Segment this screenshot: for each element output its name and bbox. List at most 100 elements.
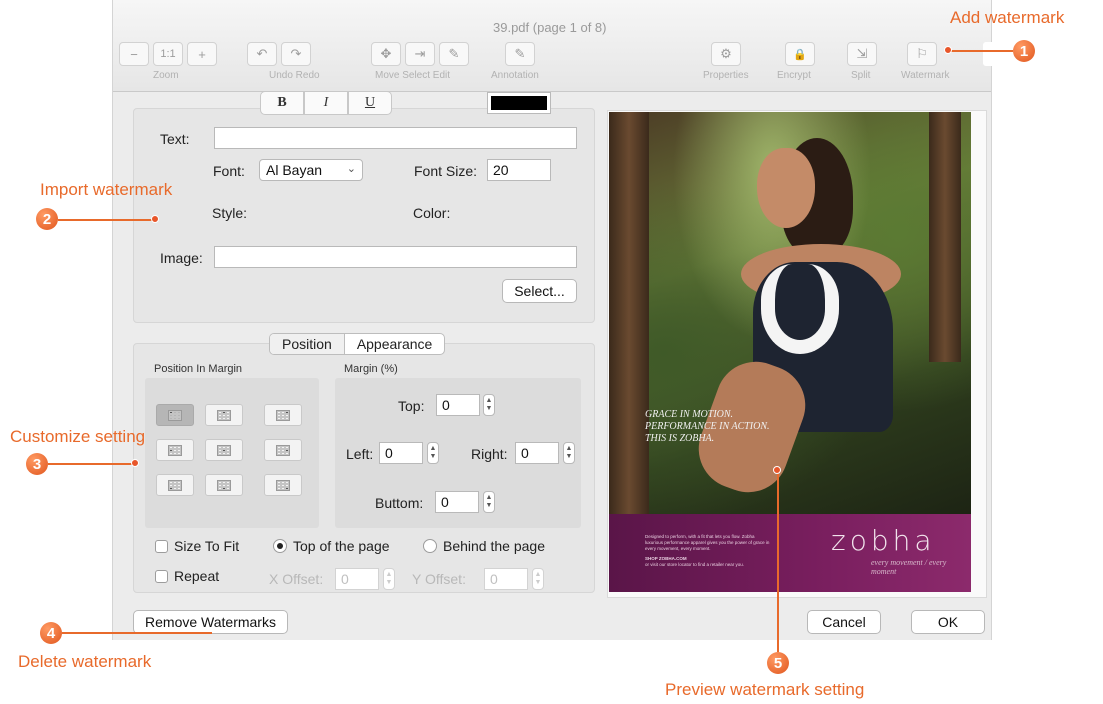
properties-icon[interactable]: ⚙ — [711, 42, 741, 66]
position-cell-7[interactable] — [156, 474, 194, 496]
callout-1-number: 1 — [1013, 40, 1035, 62]
tagline-line-1: GRACE IN MOTION. — [645, 409, 734, 420]
top-margin-input[interactable]: 0 — [436, 394, 480, 416]
cancel-button[interactable]: Cancel — [807, 610, 881, 634]
font-size-label: Font Size: — [414, 163, 478, 179]
encrypt-label: Encrypt — [777, 70, 811, 81]
bottom-margin-input[interactable]: 0 — [435, 491, 479, 513]
callout-1-line — [950, 50, 1013, 52]
annotation-icon[interactable]: ✎ — [505, 42, 535, 66]
italic-button[interactable]: I — [304, 91, 348, 115]
style-label: Style: — [212, 205, 248, 221]
remove-watermarks-button[interactable]: Remove Watermarks — [133, 610, 288, 634]
undo-icon[interactable]: ↶ — [247, 42, 277, 66]
top-of-page-radio[interactable] — [273, 539, 287, 553]
document-title: 39.pdf (page 1 of 8) — [493, 20, 607, 35]
tab-position[interactable]: Position — [270, 334, 345, 354]
actual-size-icon[interactable]: 1:1 — [153, 42, 183, 66]
position-cell-icon — [168, 444, 182, 456]
position-cell-icon — [276, 479, 290, 491]
properties-group: ⚙ — [711, 42, 741, 66]
left-margin-stepper[interactable]: ▲ ▼ — [427, 442, 439, 464]
select-image-button[interactable]: Select... — [502, 279, 577, 303]
right-margin-stepper[interactable]: ▲ ▼ — [563, 442, 575, 464]
callout-3-line — [48, 463, 134, 465]
band-copy: Designed to perform, with a fit that let… — [645, 534, 771, 568]
color-swatch — [491, 96, 547, 110]
right-margin-input[interactable]: 0 — [515, 442, 559, 464]
ok-button[interactable]: OK — [911, 610, 985, 634]
x-offset-stepper[interactable]: ▲ ▼ — [383, 568, 395, 590]
position-cell-6[interactable] — [264, 439, 302, 461]
model-head — [757, 148, 815, 228]
color-label: Color: — [413, 205, 451, 221]
repeat-checkbox[interactable] — [155, 570, 168, 583]
size-to-fit-label: Size To Fit — [174, 538, 240, 554]
x-offset-label: X Offset: — [269, 571, 324, 587]
zoom-label: Zoom — [153, 70, 179, 81]
text-input[interactable] — [214, 127, 577, 149]
size-to-fit-checkbox[interactable] — [155, 540, 168, 553]
zoom-in-icon[interactable]: + — [187, 42, 217, 66]
position-cell-1[interactable] — [156, 404, 194, 426]
position-cell-icon — [217, 409, 231, 421]
y-offset-input[interactable]: 0 — [484, 568, 528, 590]
left-margin-input[interactable]: 0 — [379, 442, 423, 464]
callout-2-line — [58, 219, 154, 221]
watermark-label: Watermark — [901, 70, 950, 81]
position-cell-9[interactable] — [264, 474, 302, 496]
split-icon[interactable]: ⇲ — [847, 42, 877, 66]
position-cell-2[interactable] — [205, 404, 243, 426]
bold-button[interactable]: B — [260, 91, 304, 115]
watermark-icon[interactable]: ⚐ — [907, 42, 937, 66]
tree-trunk-right — [929, 112, 961, 362]
tree-trunk-left — [609, 112, 649, 514]
text-label: Text: — [160, 131, 190, 147]
bottom-label: Buttom: — [375, 495, 424, 511]
font-select[interactable]: Al Bayan ⌄ — [259, 159, 363, 181]
repeat-label: Repeat — [174, 568, 220, 584]
position-cell-3[interactable] — [264, 404, 302, 426]
select-icon[interactable]: ⇥ — [405, 42, 435, 66]
position-cell-8[interactable] — [205, 474, 243, 496]
brand-band: Designed to perform, with a fit that let… — [609, 514, 971, 592]
move-select-edit-label: Move Select Edit — [375, 70, 451, 81]
callout-4-line — [62, 632, 212, 634]
y-offset-stepper[interactable]: ▲ ▼ — [532, 568, 544, 590]
behind-page-radio[interactable] — [423, 539, 437, 553]
watermark-preview: GRACE IN MOTION. PERFORMANCE IN ACTION. … — [607, 110, 987, 598]
band-shop-sub: or visit our store locator to find a ret… — [645, 562, 745, 567]
position-cell-icon — [168, 479, 182, 491]
font-select-value: Al Bayan — [266, 162, 323, 178]
position-cell-icon — [217, 444, 231, 456]
zoom-out-icon[interactable]: − — [119, 42, 149, 66]
zoom-group: − 1:1 + — [119, 42, 217, 66]
edit-icon[interactable]: ✎ — [439, 42, 469, 66]
undo-redo-label: Undo Redo — [269, 70, 320, 81]
callout-5-dot — [773, 466, 781, 474]
top-margin-stepper[interactable]: ▲ ▼ — [483, 394, 495, 416]
brand-logo: zobha — [831, 524, 936, 557]
move-icon[interactable]: ✥ — [371, 42, 401, 66]
redo-icon[interactable]: ↷ — [281, 42, 311, 66]
font-label: Font: — [213, 163, 245, 179]
undo-redo-group: ↶ ↷ — [247, 42, 311, 66]
x-offset-input[interactable]: 0 — [335, 568, 379, 590]
bottom-margin-stepper[interactable]: ▲ ▼ — [483, 491, 495, 513]
tab-appearance[interactable]: Appearance — [345, 334, 445, 354]
font-size-input[interactable]: 20 — [487, 159, 551, 181]
lock-icon[interactable]: 🔒 — [785, 42, 815, 66]
split-label: Split — [851, 70, 871, 81]
underline-button[interactable]: U — [348, 91, 392, 115]
position-cell-4[interactable] — [156, 439, 194, 461]
tagline-line-3: THIS IS ZOBHA. — [645, 433, 715, 444]
callout-3-text: Customize setting — [10, 427, 146, 446]
color-well[interactable] — [487, 92, 551, 114]
margin-label: Margin (%) — [344, 363, 398, 375]
top-of-page-label: Top of the page — [293, 538, 390, 554]
callout-5-text: Preview watermark setting — [665, 680, 865, 699]
position-cell-5[interactable] — [205, 439, 243, 461]
callout-4-text: Delete watermark — [18, 652, 152, 671]
image-path-input[interactable] — [214, 246, 577, 268]
move-select-edit-group: ✥ ⇥ ✎ — [371, 42, 469, 66]
